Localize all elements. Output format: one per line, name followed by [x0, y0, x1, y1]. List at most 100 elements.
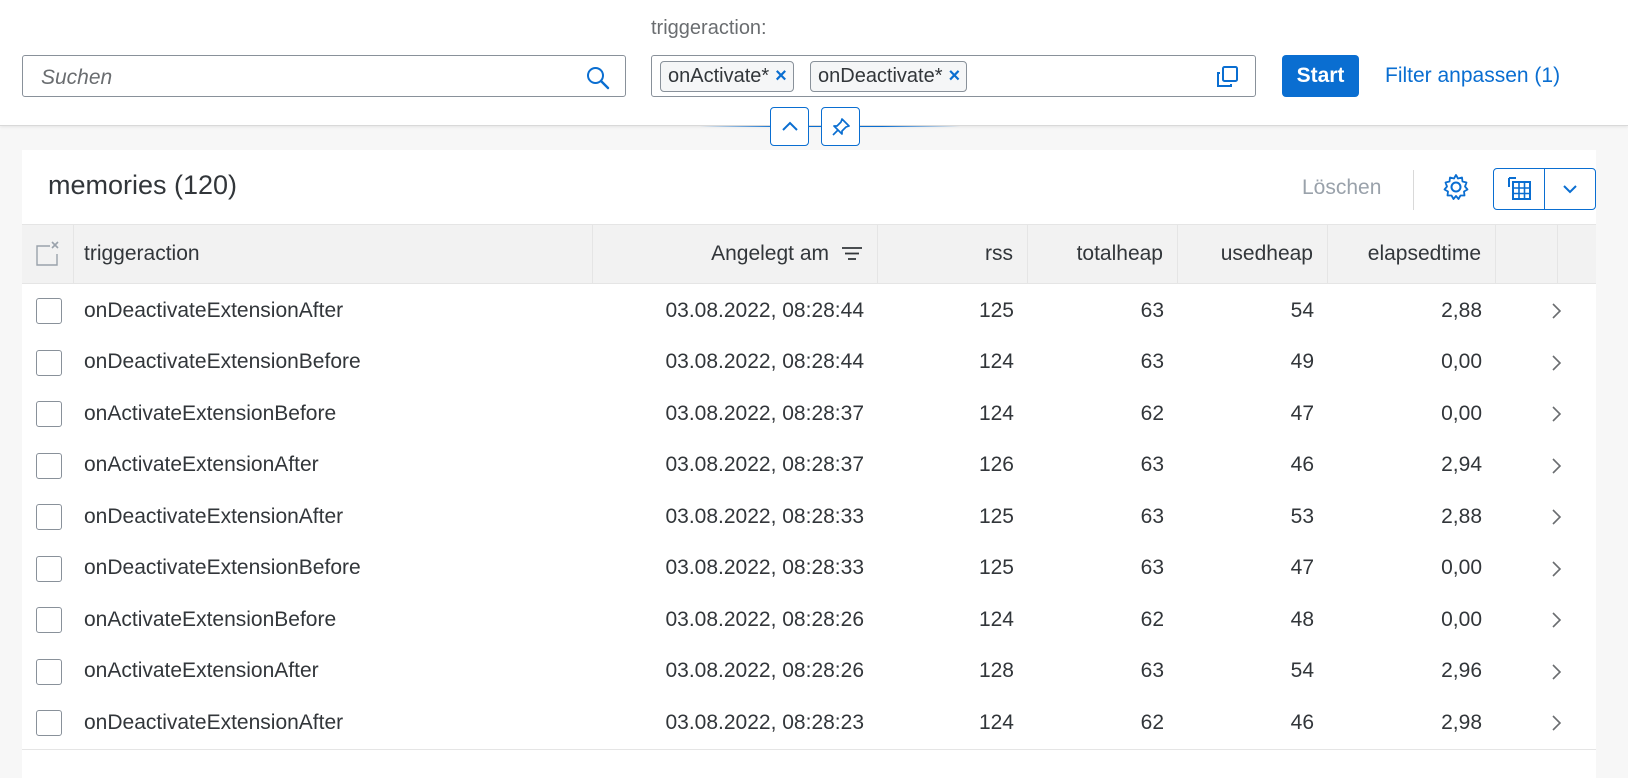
table-row[interactable]: onDeactivateExtensionAfter 03.08.2022, 08…	[22, 490, 1596, 544]
column-header-label: triggeraction	[84, 242, 200, 265]
delete-button[interactable]: Löschen	[1302, 176, 1381, 200]
triggeraction-multi-input[interactable]: onActivate* × onDeactivate* ×	[651, 55, 1256, 97]
select-all-icon	[35, 241, 59, 266]
cell-created: 03.08.2022, 08:28:33	[665, 556, 864, 579]
search-placeholder: Suchen	[41, 66, 113, 89]
chevron-right-icon[interactable]	[1546, 456, 1566, 476]
chevron-right-icon[interactable]	[1546, 713, 1566, 733]
cell-totalheap: 63	[1140, 556, 1164, 579]
close-icon[interactable]: ×	[949, 65, 961, 88]
table-row[interactable]: onActivateExtensionAfter 03.08.2022, 08:2…	[22, 644, 1596, 699]
cell-triggeraction: onDeactivateExtensionAfter	[84, 504, 344, 528]
cell-totalheap: 63	[1140, 453, 1164, 476]
export-button[interactable]	[1494, 169, 1544, 209]
cell-usedheap: 46	[1290, 453, 1314, 476]
cell-totalheap: 63	[1140, 659, 1164, 682]
collapse-header-button[interactable]	[770, 107, 809, 146]
row-checkbox[interactable]	[36, 401, 62, 427]
cell-created: 03.08.2022, 08:28:37	[665, 453, 864, 476]
token-label: onActivate*	[668, 65, 770, 87]
gear-icon	[1443, 174, 1469, 200]
chevron-right-icon[interactable]	[1546, 610, 1566, 630]
column-header-elapsedtime[interactable]: elapsedtime	[1328, 225, 1496, 283]
column-header-label: rss	[985, 242, 1013, 265]
export-menu-button[interactable]	[1493, 168, 1596, 210]
adapt-filters-link[interactable]: Filter anpassen (1)	[1385, 64, 1560, 88]
cell-created: 03.08.2022, 08:28:33	[665, 504, 864, 528]
cell-totalheap: 62	[1140, 401, 1164, 425]
cell-elapsedtime: 2,98	[1441, 710, 1482, 734]
table-header: triggeraction Angelegt am rss totalheap …	[22, 224, 1596, 284]
cell-totalheap: 62	[1140, 710, 1164, 734]
chevron-right-icon[interactable]	[1546, 353, 1566, 373]
cell-triggeraction: onDeactivateExtensionAfter	[84, 298, 344, 322]
column-header-label: usedheap	[1220, 242, 1313, 265]
filter-bar: Suchen triggeraction: onActivate* × onDe…	[0, 0, 1628, 126]
cell-usedheap: 54	[1290, 659, 1314, 682]
export-dropdown-button[interactable]	[1544, 169, 1595, 209]
settings-button[interactable]	[1437, 168, 1475, 206]
cell-rss: 124	[978, 607, 1014, 631]
column-header-totalheap[interactable]: totalheap	[1028, 225, 1178, 283]
cell-triggeraction: onDeactivateExtensionBefore	[84, 350, 361, 373]
cell-created: 03.08.2022, 08:28:44	[665, 350, 864, 373]
column-header-triggeraction[interactable]: triggeraction	[74, 225, 593, 283]
table-row[interactable]: onActivateExtensionBefore 03.08.2022, 08:…	[22, 593, 1596, 647]
cell-usedheap: 48	[1290, 607, 1314, 631]
cell-totalheap: 62	[1140, 607, 1164, 631]
row-checkbox[interactable]	[36, 349, 62, 376]
row-checkbox[interactable]	[36, 555, 62, 582]
table-row[interactable]: onDeactivateExtensionAfter 03.08.2022, 08…	[22, 284, 1596, 338]
close-icon[interactable]: ×	[775, 65, 787, 88]
chevron-right-icon[interactable]	[1546, 507, 1566, 527]
cell-totalheap: 63	[1140, 350, 1164, 373]
table-row[interactable]: onActivateExtensionAfter 03.08.2022, 08:2…	[22, 438, 1596, 493]
row-checkbox[interactable]	[36, 504, 62, 530]
column-header-usedheap[interactable]: usedheap	[1178, 225, 1328, 283]
cell-usedheap: 53	[1290, 504, 1314, 528]
cell-rss: 125	[978, 556, 1014, 579]
filter-token[interactable]: onDeactivate* ×	[810, 61, 968, 92]
chevron-right-icon[interactable]	[1546, 404, 1566, 424]
cell-rss: 126	[978, 453, 1014, 476]
cell-elapsedtime: 2,96	[1441, 659, 1482, 682]
select-all-cell[interactable]	[22, 225, 74, 283]
cell-triggeraction: onDeactivateExtensionBefore	[84, 556, 361, 579]
cell-created: 03.08.2022, 08:28:44	[665, 298, 864, 322]
cell-usedheap: 47	[1290, 556, 1314, 579]
cell-created: 03.08.2022, 08:28:23	[665, 710, 864, 734]
cell-totalheap: 63	[1140, 298, 1164, 322]
token-label: onDeactivate*	[818, 65, 943, 87]
start-button[interactable]: Start	[1282, 55, 1359, 97]
cell-usedheap: 47	[1290, 401, 1314, 425]
cell-elapsedtime: 0,00	[1441, 350, 1482, 373]
table-title: memories (120)	[48, 170, 238, 200]
search-input[interactable]: Suchen	[22, 55, 626, 97]
chevron-right-icon[interactable]	[1546, 301, 1566, 321]
cell-triggeraction: onActivateExtensionBefore	[84, 607, 337, 631]
cell-usedheap: 46	[1290, 710, 1314, 734]
chevron-right-icon[interactable]	[1546, 559, 1566, 579]
chevron-right-icon[interactable]	[1546, 662, 1566, 682]
row-checkbox[interactable]	[36, 710, 62, 736]
table-card: memories (120) Löschen triggeraction Ang…	[22, 150, 1596, 778]
column-header-rss[interactable]: rss	[878, 225, 1028, 283]
table-row[interactable]: onDeactivateExtensionAfter 03.08.2022, 08…	[22, 696, 1596, 750]
value-help-icon[interactable]	[1215, 65, 1239, 89]
column-header-label: elapsedtime	[1367, 242, 1481, 265]
row-checkbox[interactable]	[36, 607, 62, 633]
table-row[interactable]: onDeactivateExtensionBefore 03.08.2022, 0…	[22, 335, 1596, 390]
search-icon[interactable]	[585, 65, 611, 91]
row-checkbox[interactable]	[36, 298, 62, 324]
table-row[interactable]: onActivateExtensionBefore 03.08.2022, 08:…	[22, 387, 1596, 441]
cell-totalheap: 63	[1140, 504, 1164, 528]
table-row[interactable]: onDeactivateExtensionBefore 03.08.2022, 0…	[22, 541, 1596, 596]
column-header-created[interactable]: Angelegt am	[593, 225, 878, 283]
row-checkbox[interactable]	[36, 658, 62, 685]
row-checkbox[interactable]	[36, 452, 62, 479]
sort-icon	[842, 247, 862, 260]
cell-rss: 124	[978, 710, 1014, 734]
chevron-down-icon	[1563, 185, 1577, 194]
pin-header-button[interactable]	[821, 107, 860, 146]
filter-token[interactable]: onActivate* ×	[660, 61, 794, 92]
